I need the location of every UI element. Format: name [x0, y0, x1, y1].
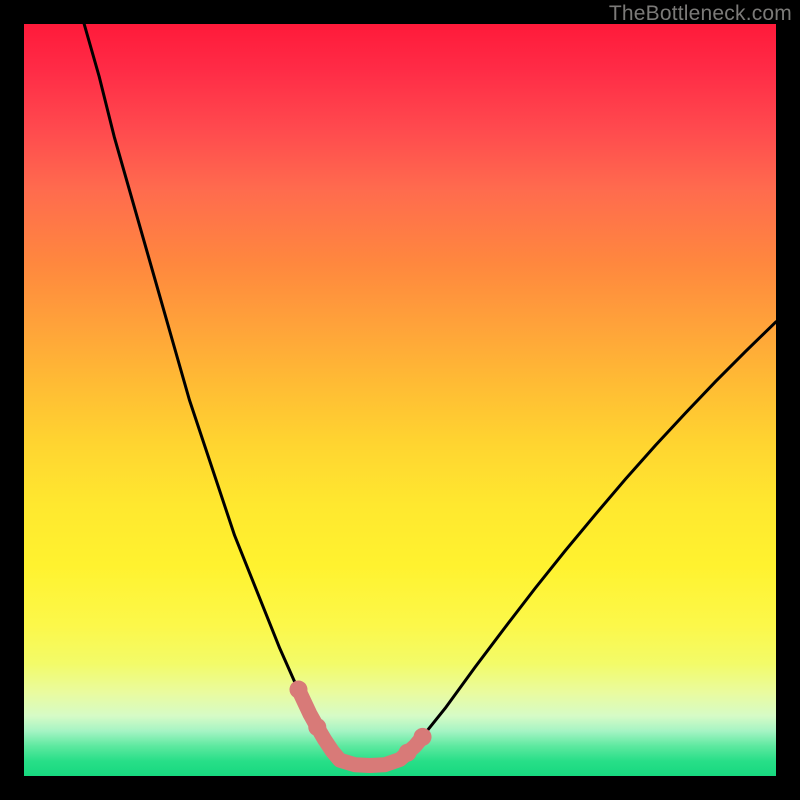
highlight-marker — [289, 681, 307, 699]
chart-svg — [24, 24, 776, 776]
plot-area — [24, 24, 776, 776]
highlight-marker — [308, 718, 326, 736]
highlight-marker — [414, 728, 432, 746]
bottleneck-curve — [84, 24, 776, 765]
outer-frame: TheBottleneck.com — [0, 0, 800, 800]
highlight-marker — [399, 744, 417, 762]
watermark-text: TheBottleneck.com — [609, 2, 792, 26]
